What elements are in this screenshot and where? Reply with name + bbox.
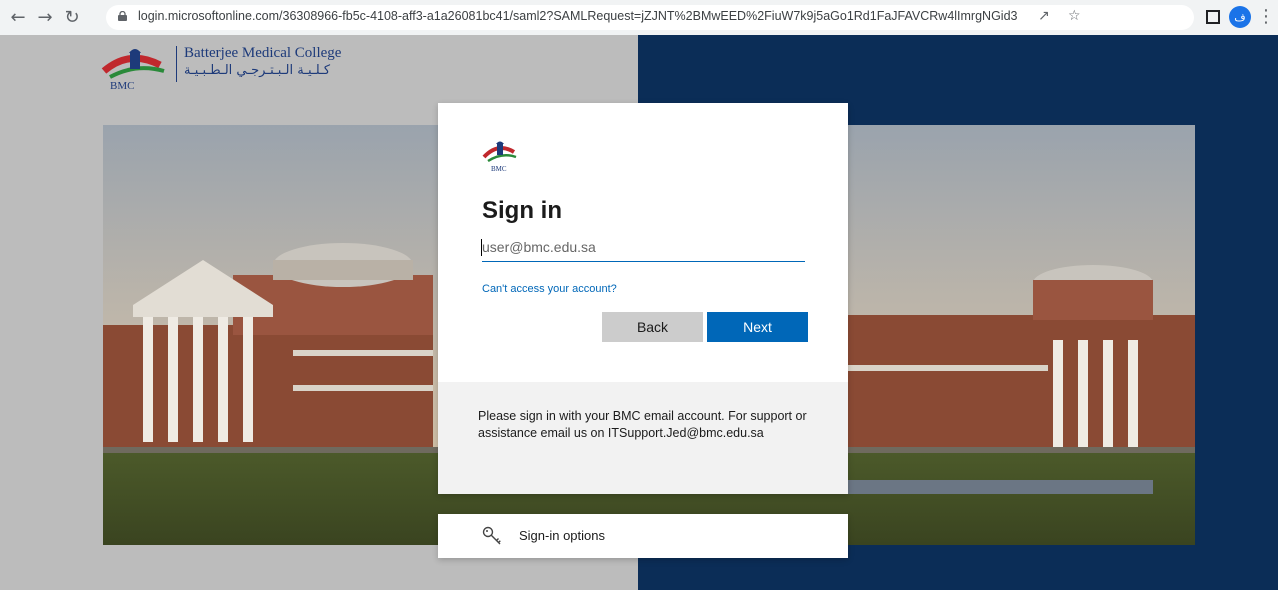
forward-arrow-icon[interactable]: → — [33, 5, 57, 29]
logo-separator — [176, 46, 177, 82]
bmc-logo: BMC — [101, 49, 165, 91]
signin-card: BMC Sign in Can't access your account? B… — [438, 103, 848, 494]
reload-icon[interactable]: ↻ — [60, 5, 84, 29]
svg-text:BMC: BMC — [110, 80, 134, 91]
share-icon[interactable]: ↗ — [1038, 8, 1050, 24]
college-name: Batterjee Medical College — [184, 45, 342, 61]
browser-menu-icon[interactable]: ⋮ — [1257, 6, 1275, 28]
bmc-card-logo: BMC — [482, 141, 517, 173]
college-name-arabic: كـلـيـة الـبـتـرجـي الـطـبـيـة — [184, 63, 331, 78]
svg-text:BMC: BMC — [491, 165, 507, 173]
text-caret — [481, 239, 482, 256]
signin-options-button[interactable]: Sign-in options — [438, 514, 848, 558]
email-input[interactable] — [482, 232, 805, 262]
signin-options-label: Sign-in options — [519, 528, 605, 543]
browser-toolbar: ← → ↻ login.microsoftonline.com/36308966… — [0, 0, 1278, 35]
url-text: login.microsoftonline.com/36308966-fb5c-… — [138, 9, 1018, 23]
address-bar[interactable]: login.microsoftonline.com/36308966-fb5c-… — [106, 5, 1194, 30]
back-button[interactable]: Back — [602, 312, 703, 342]
cant-access-account-link[interactable]: Can't access your account? — [482, 283, 617, 295]
key-icon — [482, 526, 501, 545]
support-message: Please sign in with your BMC email accou… — [478, 409, 807, 440]
back-arrow-icon[interactable]: ← — [6, 5, 30, 29]
side-panel-icon[interactable] — [1206, 10, 1220, 24]
bookmark-star-icon[interactable]: ☆ — [1068, 8, 1081, 24]
signin-footer: Please sign in with your BMC email accou… — [438, 382, 848, 494]
next-button[interactable]: Next — [707, 312, 808, 342]
profile-avatar[interactable]: ف — [1229, 6, 1251, 28]
lock-icon — [118, 11, 127, 21]
signin-title: Sign in — [482, 197, 562, 224]
